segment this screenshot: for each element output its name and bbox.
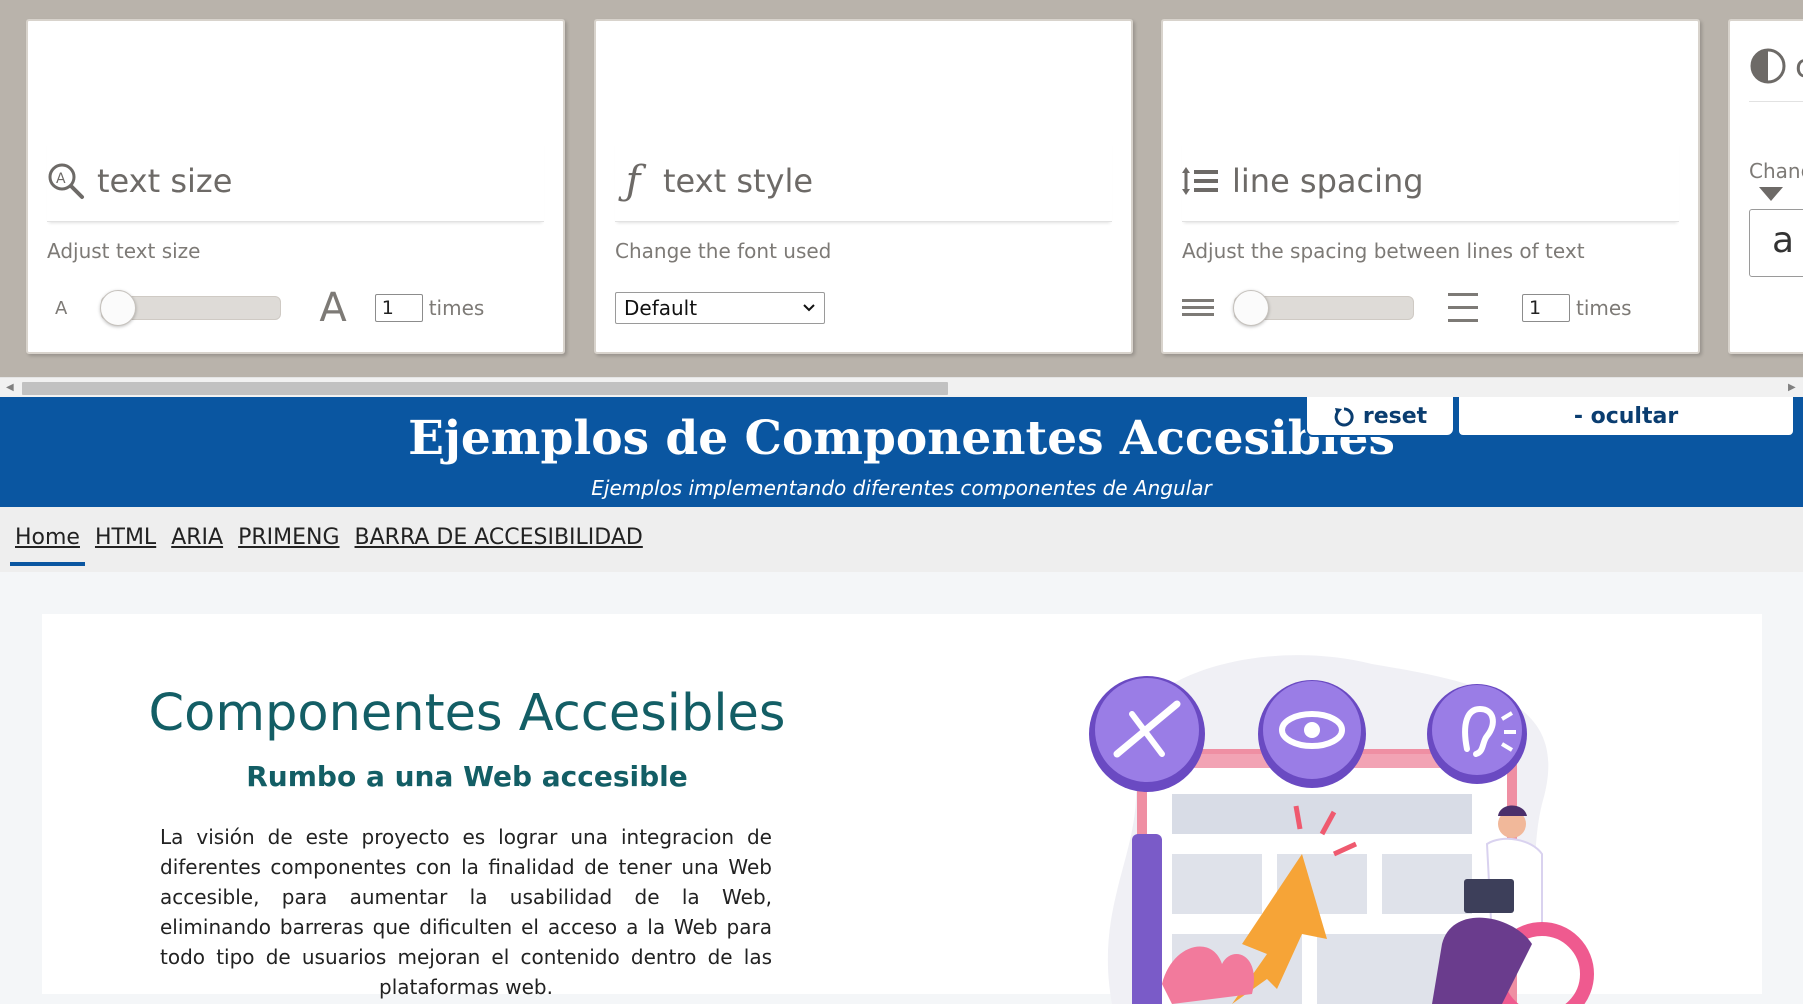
reset-icon — [1334, 407, 1354, 427]
contrast-card: c Chang a — [1728, 19, 1803, 354]
reset-label: reset — [1362, 403, 1428, 429]
line-spacing-slider-knob[interactable] — [1233, 290, 1269, 326]
text-size-card: A text size Adjust text size A A times — [26, 19, 565, 354]
text-size-title: text size — [97, 162, 233, 200]
line-spacing-unit: times — [1576, 296, 1632, 320]
hero-body: La visión de este proyecto es lograr una… — [160, 825, 772, 999]
line-spacing-description: Adjust the spacing between lines of text — [1182, 239, 1585, 263]
accessibility-toolbar: A text size Adjust text size A A times ƒ… — [0, 0, 1803, 377]
scroll-right-arrow-icon[interactable]: ▶ — [1788, 382, 1796, 394]
contrast-preview[interactable]: a — [1749, 209, 1803, 277]
main-content: Componentes Accesibles Rumbo a una Web a… — [42, 614, 1762, 1004]
chevron-down-icon — [803, 304, 815, 312]
scrollbar-thumb[interactable] — [22, 382, 948, 395]
text-size-unit: times — [428, 296, 485, 320]
contrast-divider — [1749, 101, 1803, 102]
text-size-description: Adjust text size — [47, 239, 201, 263]
function-f-icon: ƒ — [625, 158, 641, 204]
line-spacing-icon — [1182, 167, 1218, 195]
nav-item-html[interactable]: HTML — [95, 525, 156, 554]
accessibility-illustration — [1089, 655, 1594, 1004]
text-size-slider[interactable] — [100, 290, 282, 326]
contrast-icon — [1750, 48, 1786, 84]
text-size-controls: A A times — [47, 283, 544, 333]
text-style-controls: Default — [615, 283, 1112, 333]
hero-title: Componentes Accesibles — [148, 684, 786, 743]
nav-item-aria[interactable]: ARIA — [171, 525, 223, 554]
text-style-description: Change the font used — [615, 239, 832, 263]
contrast-header: c — [1749, 47, 1803, 85]
large-a-glyph: A — [319, 285, 347, 331]
font-select-value: Default — [624, 296, 698, 320]
font-select[interactable]: Default — [615, 292, 825, 324]
triangle-down-icon — [1759, 187, 1783, 201]
nav-item-barra-accesibilidad[interactable]: BARRA DE ACCESIBILIDAD — [355, 525, 643, 554]
small-a-glyph: A — [55, 297, 68, 319]
main-nav: Home HTML ARIA PRIMENG BARRA DE ACCESIBI… — [0, 507, 1803, 572]
hero-subtitle: Rumbo a una Web accesible — [246, 760, 688, 793]
line-spacing-slider[interactable] — [1233, 290, 1414, 326]
text-size-header: A text size — [47, 141, 544, 222]
line-spacing-controls: times — [1182, 283, 1679, 333]
contrast-preview-letter: a — [1772, 220, 1795, 261]
line-spacing-input[interactable] — [1522, 294, 1570, 322]
text-style-header: ƒ text style — [615, 141, 1112, 222]
line-spacing-card: line spacing Adjust the spacing between … — [1161, 19, 1700, 354]
magnifier-icon: A — [48, 163, 84, 199]
text-size-input[interactable] — [374, 294, 423, 322]
text-style-title: text style — [663, 162, 814, 200]
nav-item-primeng[interactable]: PRIMENG — [238, 525, 339, 554]
reset-button[interactable]: reset — [1305, 397, 1455, 437]
wide-lines-icon — [1448, 293, 1478, 322]
line-spacing-title: line spacing — [1232, 162, 1424, 200]
scroll-left-arrow-icon[interactable]: ◀ — [6, 382, 14, 394]
site-subtitle: Ejemplos implementando diferentes compon… — [591, 476, 1212, 500]
text-style-card: ƒ text style Change the font used Defaul… — [594, 19, 1133, 354]
tight-lines-icon — [1182, 299, 1214, 316]
text-size-slider-knob[interactable] — [100, 290, 137, 326]
toolbar-scrollbar[interactable]: ◀ ▶ — [0, 377, 1803, 398]
nav-item-home[interactable]: Home — [10, 525, 85, 566]
svg-text:A: A — [56, 171, 66, 187]
line-spacing-header: line spacing — [1182, 141, 1679, 222]
contrast-title: c — [1795, 47, 1803, 85]
hide-toolbar-button[interactable]: - ocultar — [1457, 397, 1795, 437]
contrast-description: Chang — [1749, 159, 1803, 183]
